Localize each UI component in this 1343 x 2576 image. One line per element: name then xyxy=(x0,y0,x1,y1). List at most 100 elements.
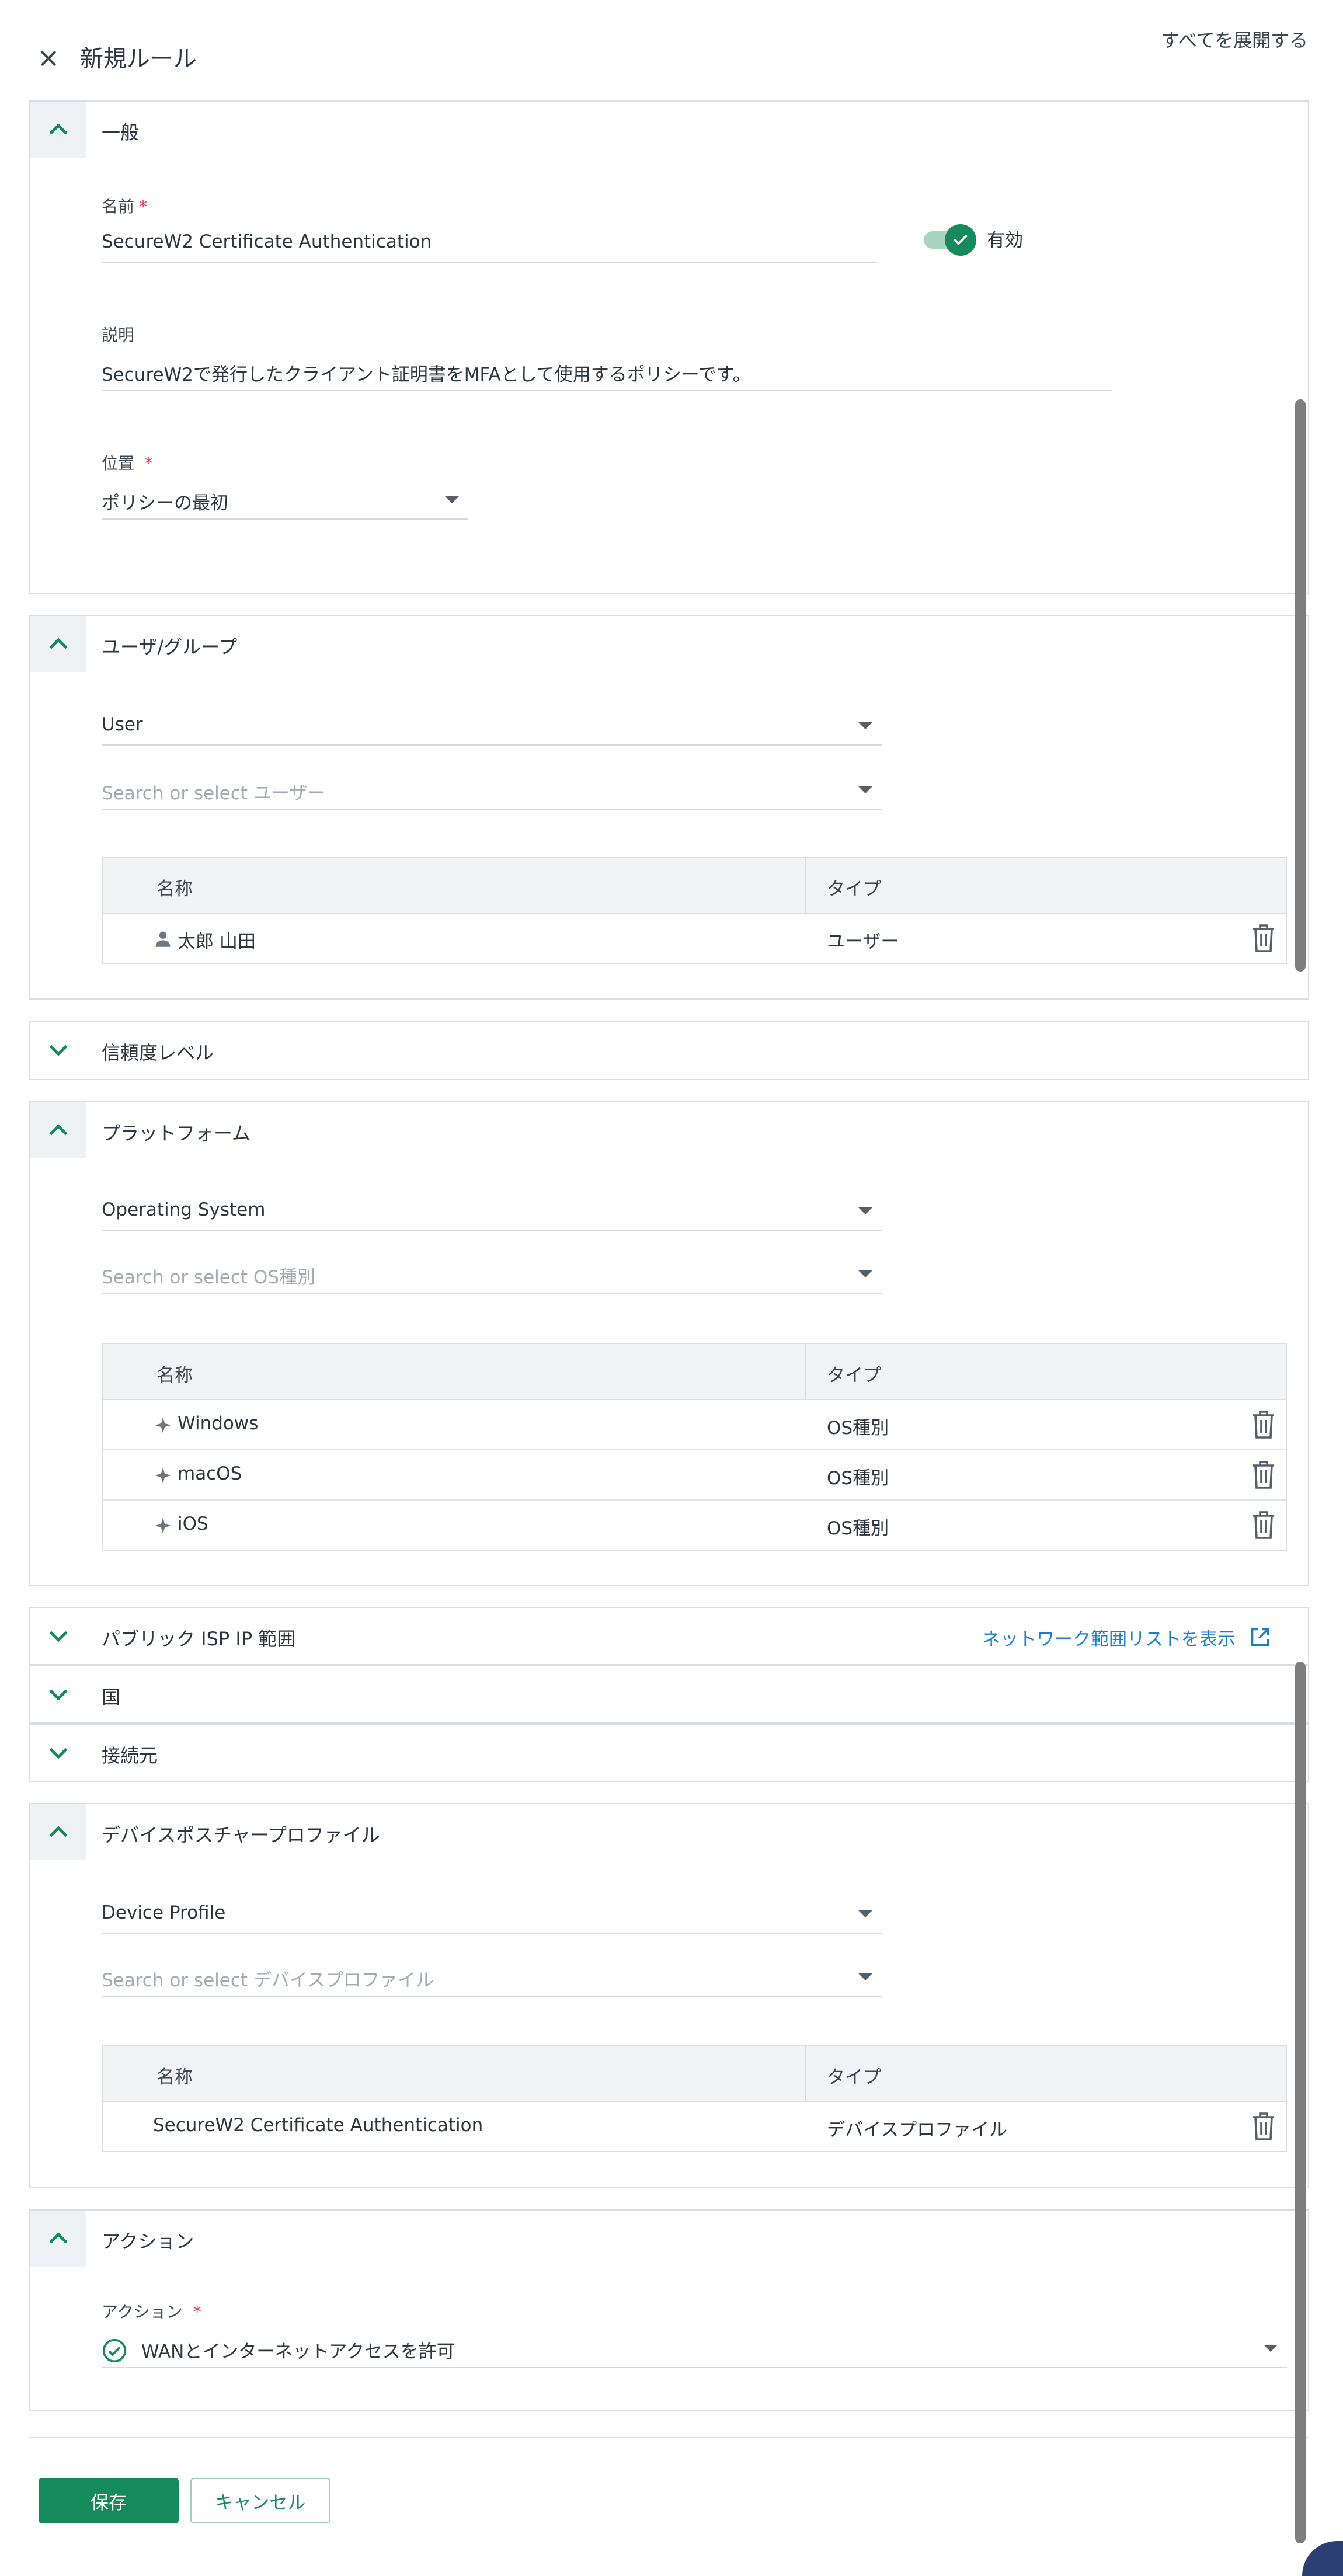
platform-type-value: Operating System xyxy=(102,1199,266,1220)
section-platform-header[interactable]: プラットフォーム xyxy=(30,1102,1308,1158)
action-label-text: アクション xyxy=(102,2302,183,2321)
section-posture-header[interactable]: デバイスポスチャープロファイル xyxy=(30,1804,1308,1860)
user-icon xyxy=(155,931,171,947)
table-row: 太郎 山田 ユーザー xyxy=(103,914,1286,964)
column-divider[interactable] xyxy=(805,2046,806,2102)
section-title: 接続元 xyxy=(102,1745,158,1767)
position-label: 位置 * xyxy=(102,451,153,474)
table-row: SecureW2 Certificate Authentication デバイス… xyxy=(103,2102,1286,2152)
users-table: 名称 タイプ 太郎 山田 ユーザー xyxy=(102,857,1287,964)
table-row: Windows OS種別 xyxy=(103,1400,1286,1450)
enabled-label: 有効 xyxy=(987,230,1023,251)
position-select[interactable]: ポリシーの最初 xyxy=(102,482,468,520)
section-trust-level: 信頼度レベル xyxy=(29,1021,1309,1080)
user-search-placeholder: Search or select ユーザー xyxy=(102,783,326,804)
row-type: OS種別 xyxy=(827,1518,889,1539)
table-header: 名称 タイプ xyxy=(103,858,1286,914)
os-search-placeholder: Search or select OS種別 xyxy=(102,1267,315,1288)
trash-icon[interactable] xyxy=(1252,1461,1275,1489)
section-title: プラットフォーム xyxy=(102,1122,251,1144)
cancel-button[interactable]: キャンセル xyxy=(190,2478,330,2523)
scrollbar-thumb[interactable] xyxy=(1295,1662,1306,2543)
expand-all-link[interactable]: すべてを展開する xyxy=(1161,26,1308,53)
enabled-toggle[interactable] xyxy=(924,224,977,256)
caret-down-icon xyxy=(1264,2345,1278,2352)
section-users-groups: ユーザ/グループ User Search or select ユーザー 名称 タ… xyxy=(29,615,1309,1000)
section-trust-header[interactable]: 信頼度レベル xyxy=(30,1022,1308,1078)
caret-down-icon xyxy=(858,1207,872,1214)
collapse-toggle[interactable] xyxy=(30,1102,86,1158)
description-label: 説明 xyxy=(102,325,135,344)
table-header: 名称 タイプ xyxy=(103,1344,1286,1400)
trash-icon[interactable] xyxy=(1252,1411,1275,1439)
caret-down-icon xyxy=(858,722,872,729)
user-search-select[interactable]: Search or select ユーザー xyxy=(102,772,882,810)
check-icon xyxy=(953,231,968,246)
posture-type-select[interactable]: Device Profile xyxy=(102,1896,882,1934)
section-action-header[interactable]: アクション xyxy=(30,2211,1308,2267)
sparkle-icon xyxy=(155,1467,171,1484)
section-title: アクション xyxy=(102,2230,194,2253)
row-name: macOS xyxy=(178,1463,242,1484)
footer-divider xyxy=(29,2437,1309,2438)
caret-down-icon xyxy=(858,1270,872,1277)
section-public-isp-ip: パブリック ISP IP 範囲 ネットワーク範囲リストを表示 xyxy=(29,1607,1309,1665)
row-name: 太郎 山田 xyxy=(178,931,256,952)
description-field-value: SecureW2で発行したクライアント証明書をMFAとして使用するポリシーです。 xyxy=(102,364,751,385)
expand-toggle[interactable] xyxy=(30,1666,86,1722)
column-divider[interactable] xyxy=(805,858,806,914)
section-title: 一般 xyxy=(102,121,140,144)
section-device-posture: デバイスポスチャープロファイル Device Profile Search or… xyxy=(29,1803,1309,2188)
close-icon[interactable] xyxy=(36,44,65,74)
collapse-toggle[interactable] xyxy=(30,1804,86,1860)
section-country-header[interactable]: 国 xyxy=(30,1666,1308,1722)
posture-table: 名称 タイプ SecureW2 Certificate Authenticati… xyxy=(102,2045,1287,2152)
trash-icon[interactable] xyxy=(1252,924,1275,952)
expand-toggle[interactable] xyxy=(30,1725,86,1781)
collapse-toggle[interactable] xyxy=(30,102,86,158)
platform-table: 名称 タイプ Windows OS種別 macOS OS種別 iOS OS種別 xyxy=(102,1343,1287,1551)
name-label: 名前 * xyxy=(102,194,147,217)
sparkle-icon xyxy=(155,1517,171,1534)
position-label-text: 位置 xyxy=(102,454,135,473)
name-field[interactable]: SecureW2 Certificate Authentication xyxy=(102,225,877,263)
row-type: ユーザー xyxy=(827,931,899,952)
column-divider[interactable] xyxy=(805,1344,806,1400)
chevron-down-icon xyxy=(49,1624,68,1642)
action-label: アクション * xyxy=(102,2299,201,2323)
caret-down-icon xyxy=(445,496,459,503)
scrollbar-thumb[interactable] xyxy=(1295,399,1306,972)
description-field[interactable]: SecureW2で発行したクライアント証明書をMFAとして使用するポリシーです。 xyxy=(102,354,1112,391)
new-rule-page: 新規ルール すべてを展開する 一般 名前 * SecureW2 Certifica… xyxy=(0,0,1343,2576)
table-row: macOS OS種別 xyxy=(103,1450,1286,1501)
platform-type-select[interactable]: Operating System xyxy=(102,1193,882,1231)
action-select[interactable]: WANとインターネットアクセスを許可 xyxy=(102,2331,1287,2368)
trash-icon[interactable] xyxy=(1252,2112,1275,2140)
posture-search-placeholder: Search or select デバイスプロファイル xyxy=(102,1970,434,1991)
save-button[interactable]: 保存 xyxy=(39,2478,179,2523)
user-type-select[interactable]: User xyxy=(102,708,882,746)
section-general-header[interactable]: 一般 xyxy=(30,102,1308,158)
collapse-toggle[interactable] xyxy=(30,616,86,672)
row-name: SecureW2 Certificate Authentication xyxy=(153,2115,483,2136)
caret-down-icon xyxy=(858,1973,872,1980)
page-title: 新規ルール xyxy=(80,46,197,72)
section-action: アクション アクション * WANとインターネットアクセスを許可 xyxy=(29,2209,1309,2411)
expand-toggle[interactable] xyxy=(30,1608,86,1664)
section-general: 一般 名前 * SecureW2 Certificate Authenticati… xyxy=(29,100,1309,594)
trash-icon[interactable] xyxy=(1252,1511,1275,1539)
expand-toggle[interactable] xyxy=(30,1022,86,1078)
posture-search-select[interactable]: Search or select デバイスプロファイル xyxy=(102,1959,882,1997)
check-circle-icon xyxy=(102,2338,127,2363)
page-header: 新規ルール すべてを展開する xyxy=(0,0,1343,99)
chevron-up-icon xyxy=(49,2232,68,2251)
chevron-down-icon xyxy=(49,1740,68,1759)
collapse-toggle[interactable] xyxy=(30,2211,86,2267)
section-users-header[interactable]: ユーザ/グループ xyxy=(30,616,1308,672)
os-search-select[interactable]: Search or select OS種別 xyxy=(102,1256,882,1294)
col-type-header: タイプ xyxy=(827,879,881,900)
col-name-header: 名称 xyxy=(156,2067,193,2088)
network-range-list-link[interactable]: ネットワーク範囲リストを表示 xyxy=(982,1624,1269,1651)
section-source-header[interactable]: 接続元 xyxy=(30,1725,1308,1781)
col-type-header: タイプ xyxy=(827,2067,881,2088)
